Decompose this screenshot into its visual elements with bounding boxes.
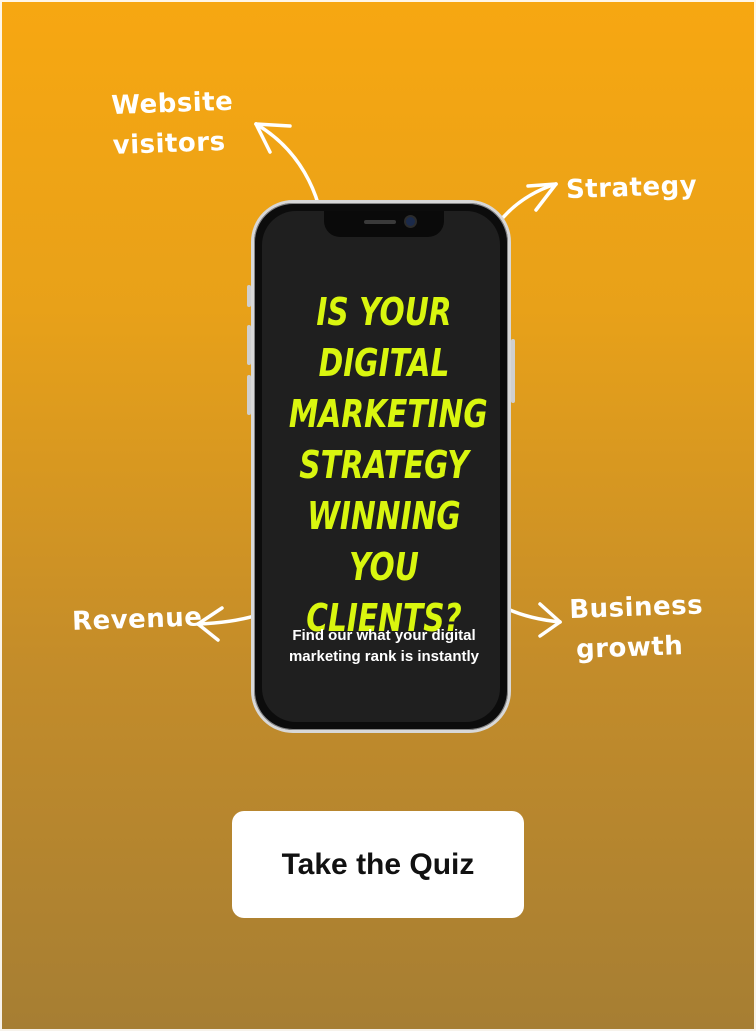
phone-mockup: IS YOUR DIGITAL MARKETING STRATEGY WINNI… [247, 200, 515, 733]
take-quiz-button[interactable]: Take the Quiz [232, 811, 524, 918]
phone-notch [324, 211, 444, 237]
phone-screen: IS YOUR DIGITAL MARKETING STRATEGY WINNI… [262, 211, 500, 722]
phone-volume-up [247, 325, 251, 365]
subtext: Find our what your digital marketing ran… [272, 625, 496, 667]
label-business-growth-line-2: growth [575, 631, 684, 665]
label-website-visitors-line-1: Website [110, 86, 234, 121]
phone-volume-down [247, 375, 251, 415]
headline-line-1: IS YOUR [316, 290, 452, 334]
label-website-visitors-line-2: visitors [112, 127, 227, 161]
headline: IS YOUR DIGITAL MARKETING STRATEGY WINNI… [288, 287, 488, 644]
subtext-line-1: Find our what your digital [292, 627, 476, 644]
speaker-icon [364, 220, 396, 224]
camera-icon [406, 217, 415, 226]
headline-line-3: MARKETING [288, 392, 488, 436]
headline-line-2: DIGITAL [318, 341, 450, 385]
headline-line-5: WINNING [307, 494, 461, 538]
subtext-line-2: marketing rank is instantly [288, 648, 480, 665]
label-website-visitors: Website visitors [110, 82, 234, 166]
label-business-growth: Business growth [568, 586, 704, 670]
label-revenue: Revenue [71, 602, 203, 637]
label-strategy: Strategy [565, 170, 698, 206]
label-business-growth-line-1: Business [568, 590, 704, 626]
phone-power-button [511, 339, 515, 403]
headline-line-4: STRATEGY [299, 443, 469, 487]
phone-mute-switch [247, 285, 251, 307]
